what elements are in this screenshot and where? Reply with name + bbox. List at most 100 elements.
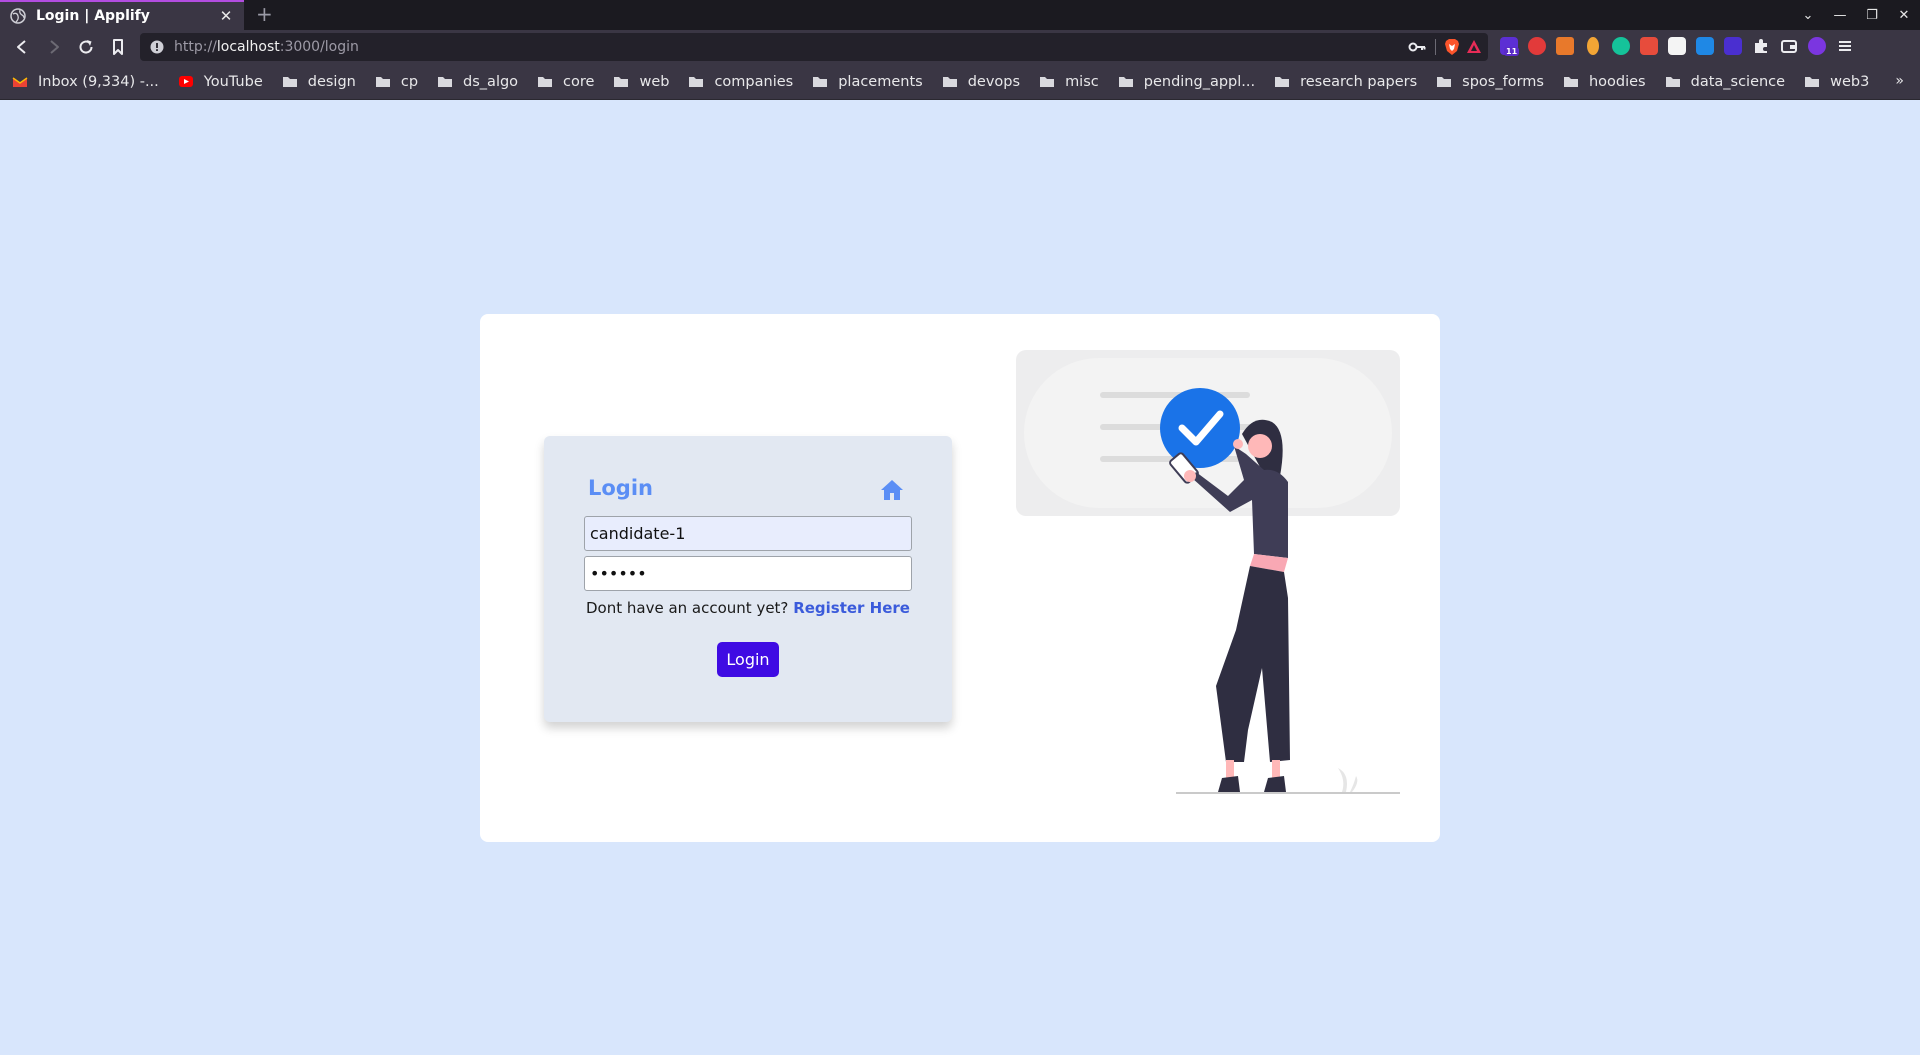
bookmark-item[interactable]: cp <box>375 74 418 90</box>
address-bar[interactable]: http://localhost:3000/login <box>140 33 1488 61</box>
bookmark-item[interactable]: core <box>537 74 594 90</box>
url-text[interactable]: http://localhost:3000/login <box>174 39 359 55</box>
youtube-icon <box>178 76 193 87</box>
wallet-icon[interactable] <box>1780 37 1798 55</box>
url-path: :3000/login <box>279 39 359 55</box>
globe-icon <box>10 8 26 24</box>
folder-icon <box>1437 77 1452 87</box>
extension-badge-count: 11 <box>1504 47 1520 56</box>
grammarly-icon[interactable] <box>1612 37 1630 55</box>
bookmark-label: web3 <box>1830 73 1870 90</box>
bookmark-icon[interactable] <box>108 37 128 57</box>
bookmark-label: misc <box>1065 73 1099 90</box>
folder-icon <box>614 77 629 87</box>
bookmark-item[interactable]: YouTube <box>178 74 263 90</box>
bookmark-label: spos_forms <box>1462 73 1544 90</box>
close-window-button[interactable]: ✕ <box>1888 8 1920 23</box>
bookmark-item[interactable]: web3 <box>1804 74 1869 90</box>
tab-close-icon[interactable]: ✕ <box>218 7 234 25</box>
key-icon[interactable] <box>1408 39 1426 55</box>
bookmark-label: core <box>563 73 595 90</box>
ublock-icon[interactable] <box>1528 37 1546 55</box>
bookmark-item[interactable]: placements <box>812 74 923 90</box>
metamask-icon[interactable] <box>1556 37 1574 55</box>
register-link[interactable]: Register Here <box>793 599 910 617</box>
folder-icon <box>375 77 390 87</box>
folder-icon <box>813 77 828 87</box>
browser-toolbar: http://localhost:3000/login 11 <box>0 30 1920 64</box>
address-bar-divider <box>1435 39 1436 55</box>
site-info-icon[interactable] <box>150 40 164 54</box>
bookmark-label: YouTube <box>203 73 263 90</box>
back-icon[interactable] <box>12 37 32 57</box>
bookmark-label: companies <box>714 73 794 90</box>
bookmark-label: hoodies <box>1588 73 1646 90</box>
url-scheme: http:// <box>174 39 217 55</box>
bookmark-item[interactable]: devops <box>942 74 1020 90</box>
login-card: Login Dont have an account yet? Register… <box>480 314 1440 842</box>
bookmark-label: devops <box>967 73 1021 90</box>
new-tab-button[interactable]: + <box>256 4 273 24</box>
forward-icon[interactable] <box>44 37 64 57</box>
window-controls: ⌄ — ❐ ✕ <box>1792 0 1920 30</box>
login-title: Login <box>588 476 653 500</box>
active-tab[interactable]: Login | Applify ✕ <box>0 0 244 30</box>
bookmark-label: ds_algo <box>463 73 519 90</box>
bookmark-label: pending_appl... <box>1143 73 1256 90</box>
bookmark-label: design <box>307 73 356 90</box>
bookmark-item[interactable]: ds_algo <box>437 74 518 90</box>
register-prompt-text: Dont have an account yet? <box>586 599 789 617</box>
brave-shields-icon[interactable] <box>1444 38 1460 56</box>
bookmark-label: cp <box>400 73 419 90</box>
bitwarden-icon[interactable] <box>1668 37 1686 55</box>
bookmark-item[interactable]: hoodies <box>1563 74 1646 90</box>
bookmark-item[interactable]: web <box>613 74 669 90</box>
bookmark-label: data_science <box>1690 73 1786 90</box>
profile-avatar[interactable] <box>1808 37 1826 55</box>
home-icon[interactable] <box>880 478 904 502</box>
extension-badge-icon[interactable]: 11 <box>1500 37 1520 56</box>
bookmarks-overflow-button[interactable]: » <box>1895 73 1904 89</box>
username-input[interactable] <box>584 516 912 551</box>
bookmark-label: placements <box>838 73 923 90</box>
bookmark-item[interactable]: research papers <box>1274 74 1417 90</box>
gmail-icon <box>12 77 28 87</box>
bookmark-item[interactable]: design <box>282 74 356 90</box>
bookmark-item[interactable]: pending_appl... <box>1118 74 1255 90</box>
folder-icon <box>1665 77 1680 87</box>
login-form: Login Dont have an account yet? Register… <box>544 436 952 722</box>
bookmark-item[interactable]: Inbox (9,334) -... <box>12 74 159 90</box>
bookmark-item[interactable]: misc <box>1039 74 1099 90</box>
bookmark-item[interactable]: data_science <box>1665 74 1785 90</box>
extensions-bar: 11 <box>1500 37 1854 56</box>
pocket-icon[interactable] <box>1724 37 1742 55</box>
bookmark-label: web <box>639 73 670 90</box>
bookmark-label: Inbox (9,334) -... <box>38 73 159 90</box>
url-host: localhost <box>216 39 280 55</box>
browser-tab-strip: Login | Applify ✕ + ⌄ — ❐ ✕ <box>0 0 1920 30</box>
folder-icon <box>538 77 553 87</box>
bookmark-item[interactable]: companies <box>688 74 793 90</box>
bookmark-item[interactable]: spos_forms <box>1436 74 1544 90</box>
folder-icon <box>1118 77 1133 87</box>
brave-rewards-icon[interactable] <box>1466 39 1482 55</box>
restore-button[interactable]: ❐ <box>1856 8 1888 23</box>
folder-icon <box>1040 77 1055 87</box>
folder-icon <box>438 77 453 87</box>
mendeley-icon[interactable] <box>1696 37 1714 55</box>
bookmark-label: research papers <box>1300 73 1418 90</box>
menu-icon[interactable] <box>1836 37 1854 55</box>
extensions-puzzle-icon[interactable] <box>1752 37 1770 55</box>
password-input[interactable] <box>584 556 912 591</box>
minimize-button[interactable]: — <box>1824 8 1856 23</box>
login-button[interactable]: Login <box>717 642 779 677</box>
folder-icon <box>689 77 704 87</box>
honey-icon[interactable] <box>1587 37 1599 55</box>
register-prompt: Dont have an account yet? Register Here <box>544 599 952 617</box>
colorzilla-icon[interactable] <box>1640 37 1658 55</box>
folder-icon <box>942 77 957 87</box>
folder-icon <box>282 77 297 87</box>
tab-search-icon[interactable]: ⌄ <box>1792 8 1824 23</box>
reload-icon[interactable] <box>76 37 96 57</box>
checkmark-icon <box>1160 388 1240 468</box>
